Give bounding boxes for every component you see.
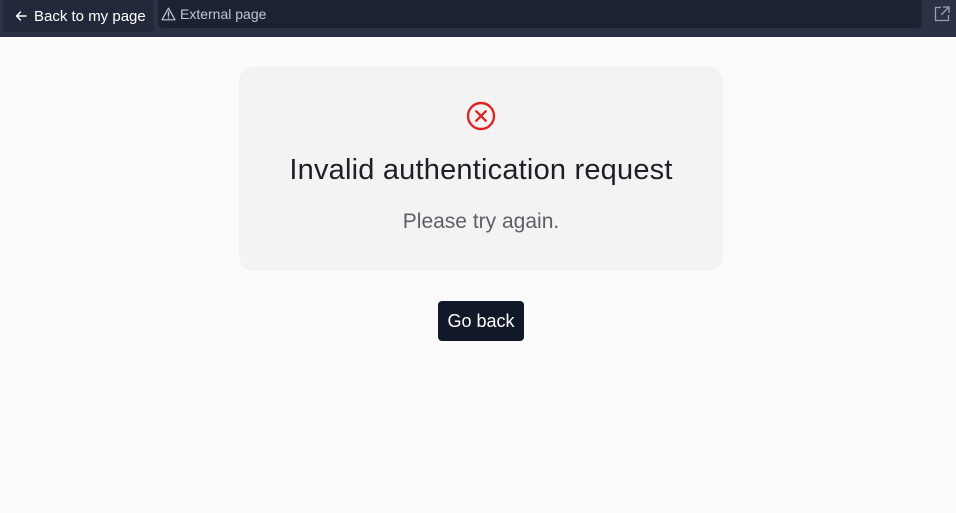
external-link-icon[interactable] bbox=[932, 4, 952, 24]
error-title: Invalid authentication request bbox=[289, 154, 673, 186]
arrow-left-icon bbox=[14, 9, 28, 23]
address-field-label: External page bbox=[180, 6, 267, 22]
go-back-button[interactable]: Go back bbox=[438, 301, 524, 341]
top-bar: Back to my page External page bbox=[0, 0, 956, 37]
warning-triangle-icon bbox=[160, 6, 176, 22]
address-field[interactable]: External page bbox=[158, 0, 922, 28]
back-to-my-page-label: Back to my page bbox=[34, 7, 146, 25]
error-card: Invalid authentication request Please tr… bbox=[239, 67, 723, 271]
error-circle-x-icon bbox=[466, 101, 496, 131]
back-to-my-page-button[interactable]: Back to my page bbox=[3, 0, 154, 32]
error-subtitle: Please try again. bbox=[402, 210, 560, 233]
